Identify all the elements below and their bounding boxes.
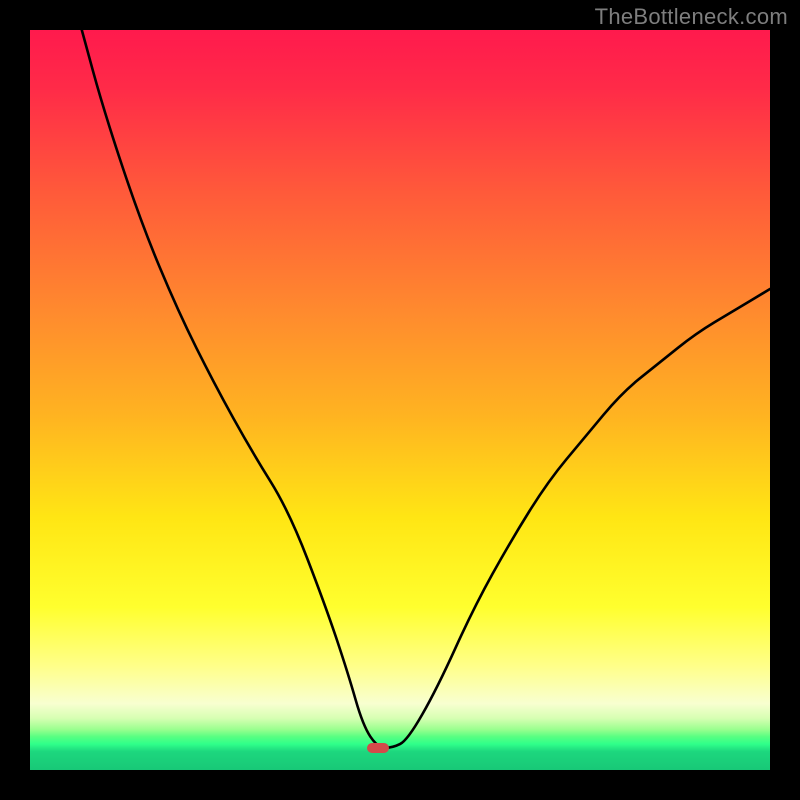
- plot-area: [30, 30, 770, 770]
- chart-frame: TheBottleneck.com: [0, 0, 800, 800]
- bottleneck-curve-path: [82, 30, 770, 748]
- watermark-text: TheBottleneck.com: [595, 4, 788, 30]
- curve-svg: [30, 30, 770, 770]
- optimum-marker: [367, 743, 389, 753]
